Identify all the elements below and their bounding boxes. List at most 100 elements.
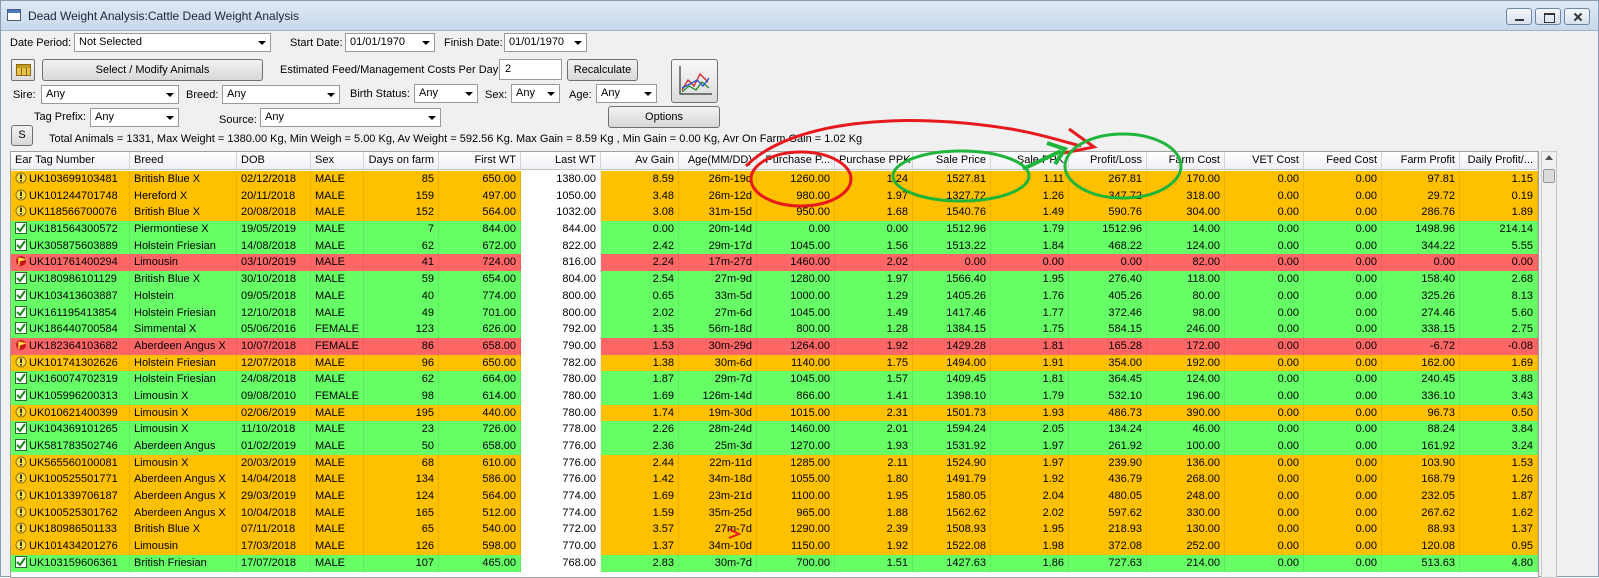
table-row[interactable]: UK186440700584 Simmental X 05/06/2016 FEMAL… [11,321,1538,338]
cell-breed: Limousin [130,538,237,555]
column-header-age[interactable]: Age(MM/DD) [679,152,757,170]
column-header-farm-profit[interactable]: Farm Profit [1382,152,1460,170]
table-row[interactable]: UK565560100081 Limousin X 20/03/2019 MALE 68… [11,454,1538,472]
cell-vet-cost: 0.00 [1225,438,1304,455]
cell-sale-price: 1494.00 [913,354,991,372]
column-header-breed[interactable]: Breed [130,152,237,170]
summary-stats: Total Animals = 1331, Max Weight = 1380.… [49,133,863,145]
sire-select[interactable]: Any [41,85,179,104]
s-button[interactable]: S [11,125,33,146]
column-header-av-gain[interactable]: Av Gain [601,152,679,170]
cell-last-wt: 776.00 [521,471,601,489]
column-header-purchase-price[interactable]: Purchase P... [757,152,835,170]
sex-select[interactable]: Any [511,84,560,103]
column-header-profit-loss[interactable]: Profit/Loss [1069,152,1147,170]
age-select[interactable]: Any [596,84,657,103]
column-header-sale-price[interactable]: Sale Price [913,152,991,170]
column-header-vet-cost[interactable]: VET Cost [1225,152,1304,170]
table-row[interactable]: UK581783502746 Aberdeen Angus 01/02/2019 MA… [11,438,1538,455]
ear-tag-text: UK104369101265 [29,423,118,436]
ear-tag-text: UK101741302626 [29,356,118,369]
scroll-thumb[interactable] [1543,169,1555,183]
table-row[interactable]: UK180986101129 British Blue X 30/10/2018 MA… [11,271,1538,288]
cell-profit-loss: 267.81 [1069,171,1147,188]
breed-select[interactable]: Any [222,85,340,104]
table-row[interactable]: UK105996200313 Limousin X 09/08/2010 FEMALE… [11,387,1538,405]
cell-age: 30m-6d [679,354,757,372]
table-row[interactable]: UK161195413854 Holstein Friesian 12/10/201… [11,304,1538,322]
column-header-feed-cost[interactable]: Feed Cost [1304,152,1382,170]
date-period-select[interactable]: Not Selected [74,33,271,52]
cell-sex: MALE [311,471,364,489]
cell-breed: Aberdeen Angus X [130,471,237,489]
warning-icon [15,205,27,217]
cell-sale-price: 1513.22 [913,237,991,255]
scroll-up-icon[interactable] [1545,155,1553,160]
birth-status-select[interactable]: Any [414,84,478,103]
table-row[interactable]: UK101339706187 Aberdeen Angus X 29/03/2019… [11,488,1538,505]
table-row[interactable]: UK010621400399 Limousin X 02/06/2019 MALE 19… [11,404,1538,422]
start-date-picker[interactable]: 01/01/1970 [345,33,435,52]
cell-profit-loss: 590.76 [1069,204,1147,222]
table-row[interactable]: UK103159606361 British Friesian 17/07/2018… [11,554,1538,572]
cell-vet-cost: 0.00 [1225,337,1304,355]
close-icon[interactable] [1564,8,1590,25]
table-row[interactable]: UK101761400294 Limousin 03/10/2019 MALE 41 72… [11,254,1538,272]
table-row[interactable]: UK180986501133 British Blue X 07/11/2018 MA… [11,521,1538,539]
feed-cost-input[interactable]: 2 [499,59,562,80]
table-row[interactable]: UK103699103481 British Blue X 02/12/2018 MA… [11,171,1538,188]
cell-vet-cost: 0.00 [1225,271,1304,288]
table-row[interactable]: UK182364103682 Aberdeen Angus X 10/07/2018… [11,337,1538,355]
recalculate-button[interactable]: Recalculate [567,59,638,81]
tag-prefix-select[interactable]: Any [90,108,179,127]
column-header-days-on-farm[interactable]: Days on farm [364,152,439,170]
column-header-sex[interactable]: Sex [311,152,364,170]
maximize-icon[interactable] [1535,8,1561,25]
vertical-scrollbar[interactable] [1541,151,1557,578]
table-row[interactable]: UK101741302626 Holstein Friesian 12/07/201… [11,354,1538,372]
table-row[interactable]: UK100525301762 Aberdeen Angus X 10/04/2018… [11,504,1538,522]
cell-sale-ppk: 1.98 [991,538,1069,555]
chart-button[interactable] [671,59,718,103]
table-row[interactable]: UK160074702319 Holstein Friesian 24/08/201… [11,371,1538,388]
table-row[interactable]: UK101434201276 Limousin 17/03/2018 MALE 126 5… [11,538,1538,555]
cell-sale-price: 1398.10 [913,387,991,405]
column-header-ear-tag-number[interactable]: Ear Tag Number [11,152,130,170]
cell-farm-profit: 325.26 [1382,287,1460,305]
table-row[interactable]: UK305875603889 Holstein Friesian 14/08/201… [11,237,1538,255]
table-row[interactable]: UK103413603887 Holstein 09/05/2018 MALE 40 77… [11,287,1538,305]
table-row[interactable]: UK104369101265 Limousin X 11/10/2018 MALE 23… [11,421,1538,438]
cell-sale-ppk: 1.76 [991,287,1069,305]
cell-dob: 10/07/2018 [237,337,311,355]
minimize-icon[interactable] [1506,8,1532,25]
table-row[interactable]: UK100525501771 Aberdeen Angus X 14/04/2018… [11,471,1538,489]
cell-first-wt: 564.00 [439,204,521,222]
column-header-first-wt[interactable]: First WT [439,152,521,170]
column-header-daily-profit[interactable]: Daily Profit/... [1460,152,1538,170]
column-header-sale-ppk[interactable]: Sale PPK [991,152,1069,170]
grid-view-button[interactable] [11,59,35,81]
column-header-farm-cost[interactable]: Farm Cost [1147,152,1225,170]
cell-av-gain: 1.53 [601,337,679,355]
source-select[interactable]: Any [260,108,441,127]
column-header-last-wt[interactable]: Last WT [521,152,601,170]
select-modify-animals-button[interactable]: Select / Modify Animals [42,59,263,81]
table-row[interactable]: UK101244701748 Hereford X 20/11/2018 MALE 15… [11,187,1538,205]
cell-purchase-ppk: 2.02 [835,254,913,272]
cell-purchase-price: 700.00 [757,554,835,572]
column-header-dob[interactable]: DOB [237,152,311,170]
table-row[interactable]: UK118566700076 British Blue X 20/08/2018 MA… [11,204,1538,222]
options-button[interactable]: Options [608,106,720,128]
start-date-label: Start Date: [290,37,343,49]
cell-ear-tag-number: UK180986101129 [11,271,130,288]
table-row[interactable]: UK181564300572 Piermontiese X 19/05/2019 MA… [11,221,1538,238]
cell-profit-loss: 134.24 [1069,421,1147,438]
cell-farm-profit: 267.62 [1382,504,1460,522]
cell-purchase-price: 1045.00 [757,371,835,388]
cell-dob: 20/11/2018 [237,187,311,205]
finish-date-picker[interactable]: 01/01/1970 [504,33,587,52]
column-header-purchase-ppk[interactable]: Purchase PPK [835,152,913,170]
cell-last-wt: 1380.00 [521,171,601,188]
cell-av-gain: 1.42 [601,471,679,489]
cell-last-wt: 1032.00 [521,204,601,222]
